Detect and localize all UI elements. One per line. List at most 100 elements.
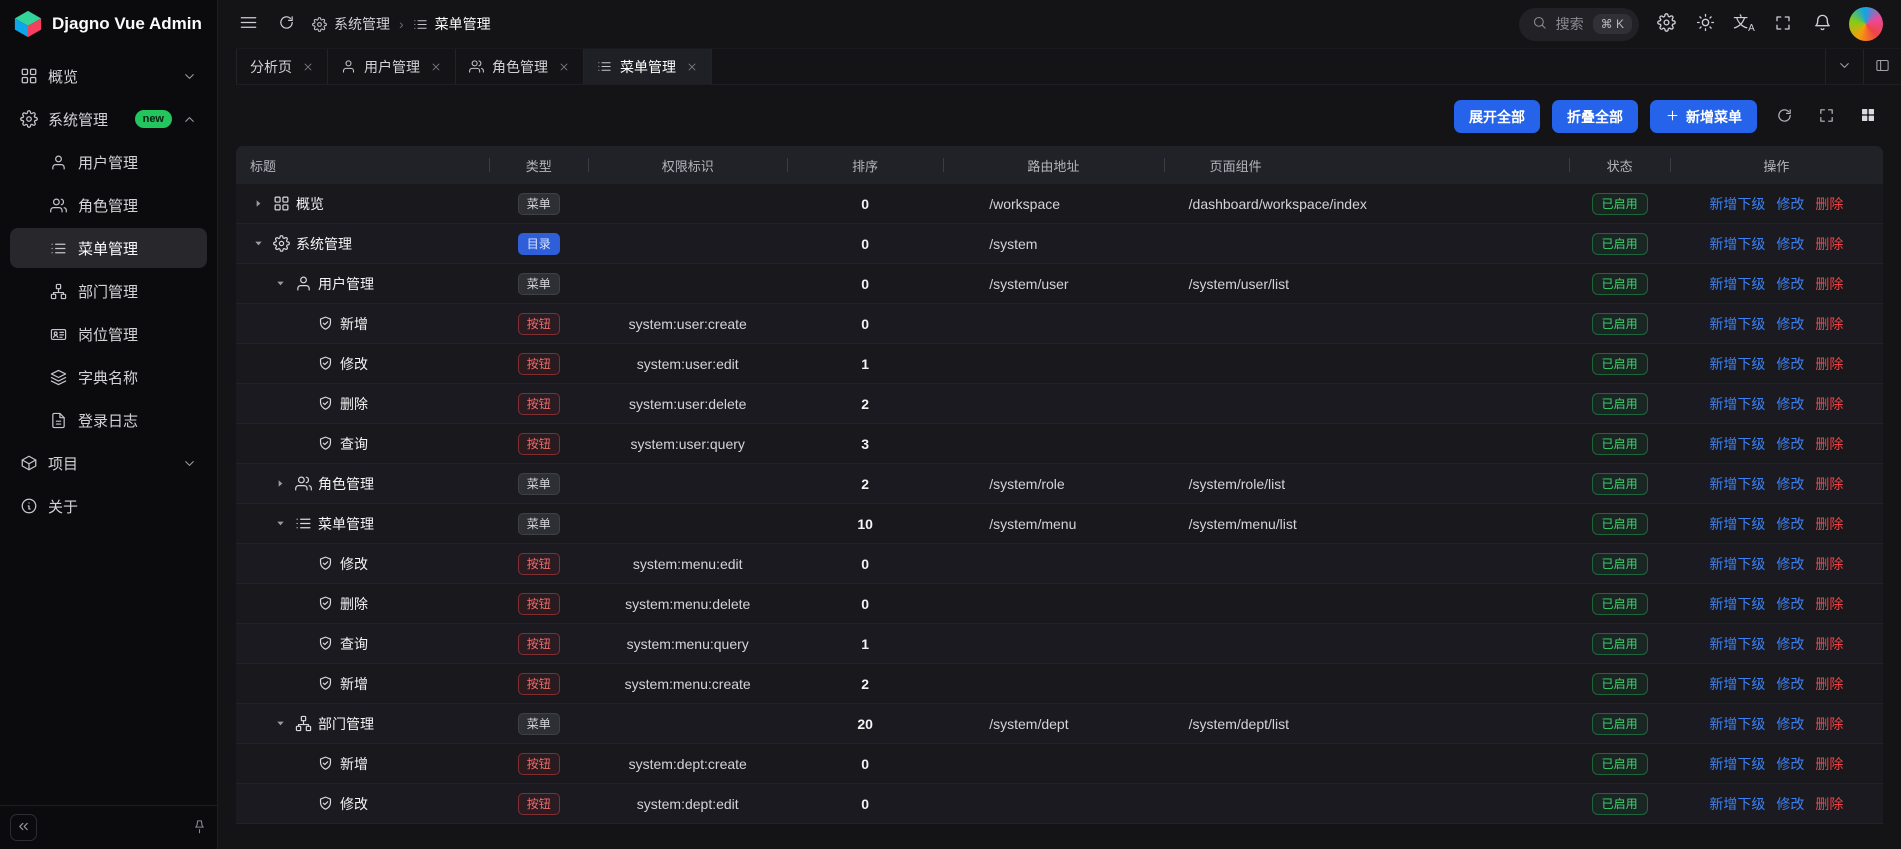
add-menu-button[interactable]: 新增菜单 bbox=[1650, 100, 1757, 133]
delete-action[interactable]: 删除 bbox=[1815, 714, 1843, 734]
tab-menu-button[interactable] bbox=[1825, 49, 1863, 84]
edit-action[interactable]: 修改 bbox=[1776, 554, 1804, 574]
notifications-button[interactable] bbox=[1810, 12, 1834, 36]
sidebar-item-2[interactable]: 项目 bbox=[10, 443, 207, 483]
collapse-row-icon[interactable] bbox=[271, 515, 289, 533]
add-child-action[interactable]: 新增下级 bbox=[1709, 234, 1765, 254]
delete-action[interactable]: 删除 bbox=[1815, 634, 1843, 654]
delete-action[interactable]: 删除 bbox=[1815, 314, 1843, 334]
table-row[interactable]: 角色管理菜单2/system/role/system/role/list已启用新… bbox=[236, 464, 1883, 504]
edit-action[interactable]: 修改 bbox=[1776, 714, 1804, 734]
edit-action[interactable]: 修改 bbox=[1776, 634, 1804, 654]
add-child-action[interactable]: 新增下级 bbox=[1709, 554, 1765, 574]
table-row[interactable]: 修改按钮system:menu:edit0已启用新增下级修改删除 bbox=[236, 544, 1883, 584]
delete-action[interactable]: 删除 bbox=[1815, 594, 1843, 614]
sidebar-item-3[interactable]: 关于 bbox=[10, 486, 207, 526]
add-child-action[interactable]: 新增下级 bbox=[1709, 354, 1765, 374]
delete-action[interactable]: 删除 bbox=[1815, 794, 1843, 814]
delete-action[interactable]: 删除 bbox=[1815, 274, 1843, 294]
add-child-action[interactable]: 新增下级 bbox=[1709, 474, 1765, 494]
delete-action[interactable]: 删除 bbox=[1815, 194, 1843, 214]
add-child-action[interactable]: 新增下级 bbox=[1709, 194, 1765, 214]
table-row[interactable]: 修改按钮system:user:edit1已启用新增下级修改删除 bbox=[236, 344, 1883, 384]
close-icon[interactable] bbox=[686, 61, 698, 73]
edit-action[interactable]: 修改 bbox=[1776, 434, 1804, 454]
delete-action[interactable]: 删除 bbox=[1815, 354, 1843, 374]
column-settings-button[interactable] bbox=[1853, 102, 1883, 132]
delete-action[interactable]: 删除 bbox=[1815, 754, 1843, 774]
user-avatar[interactable] bbox=[1849, 7, 1883, 41]
table-row[interactable]: 查询按钮system:menu:query1已启用新增下级修改删除 bbox=[236, 624, 1883, 664]
add-child-action[interactable]: 新增下级 bbox=[1709, 394, 1765, 414]
table-row[interactable]: 菜单管理菜单10/system/menu/system/menu/list已启用… bbox=[236, 504, 1883, 544]
close-icon[interactable] bbox=[430, 61, 442, 73]
breadcrumb-item-system[interactable]: 系统管理 bbox=[312, 14, 390, 34]
sidebar-item-0[interactable]: 概览 bbox=[10, 56, 207, 96]
menu-toggle-button[interactable] bbox=[236, 12, 260, 36]
collapse-all-button[interactable]: 折叠全部 bbox=[1552, 100, 1638, 133]
language-button[interactable]: 文A bbox=[1732, 12, 1756, 36]
table-row[interactable]: 查询按钮system:user:query3已启用新增下级修改删除 bbox=[236, 424, 1883, 464]
expand-row-icon[interactable] bbox=[249, 195, 267, 213]
collapse-row-icon[interactable] bbox=[271, 275, 289, 293]
table-row[interactable]: 删除按钮system:menu:delete0已启用新增下级修改删除 bbox=[236, 584, 1883, 624]
sidebar-subitem-1-1[interactable]: 角色管理 bbox=[10, 185, 207, 225]
table-fullscreen-button[interactable] bbox=[1811, 102, 1841, 132]
add-child-action[interactable]: 新增下级 bbox=[1709, 634, 1765, 654]
table-row[interactable]: 概览菜单0/workspace/dashboard/workspace/inde… bbox=[236, 184, 1883, 224]
delete-action[interactable]: 删除 bbox=[1815, 674, 1843, 694]
sidebar-subitem-1-4[interactable]: 岗位管理 bbox=[10, 314, 207, 354]
close-icon[interactable] bbox=[558, 61, 570, 73]
add-child-action[interactable]: 新增下级 bbox=[1709, 434, 1765, 454]
edit-action[interactable]: 修改 bbox=[1776, 274, 1804, 294]
sidebar-subitem-1-6[interactable]: 登录日志 bbox=[10, 400, 207, 440]
sidebar-subitem-1-2[interactable]: 菜单管理 bbox=[10, 228, 207, 268]
sidebar-item-1[interactable]: 系统管理new bbox=[10, 99, 207, 139]
edit-action[interactable]: 修改 bbox=[1776, 514, 1804, 534]
tab-3[interactable]: 菜单管理 bbox=[584, 49, 712, 84]
tab-layout-button[interactable] bbox=[1863, 49, 1901, 84]
delete-action[interactable]: 删除 bbox=[1815, 474, 1843, 494]
add-child-action[interactable]: 新增下级 bbox=[1709, 314, 1765, 334]
delete-action[interactable]: 删除 bbox=[1815, 554, 1843, 574]
settings-button[interactable] bbox=[1654, 12, 1678, 36]
add-child-action[interactable]: 新增下级 bbox=[1709, 714, 1765, 734]
sidebar-subitem-1-5[interactable]: 字典名称 bbox=[10, 357, 207, 397]
breadcrumb-item-menu[interactable]: 菜单管理 bbox=[413, 14, 491, 34]
tab-1[interactable]: 用户管理 bbox=[328, 49, 456, 84]
table-row[interactable]: 用户管理菜单0/system/user/system/user/list已启用新… bbox=[236, 264, 1883, 304]
add-child-action[interactable]: 新增下级 bbox=[1709, 274, 1765, 294]
table-row[interactable]: 部门管理菜单20/system/dept/system/dept/list已启用… bbox=[236, 704, 1883, 744]
logo[interactable]: Djagno Vue Admin bbox=[0, 0, 217, 48]
table-row[interactable]: 新增按钮system:dept:create0已启用新增下级修改删除 bbox=[236, 744, 1883, 784]
delete-action[interactable]: 删除 bbox=[1815, 434, 1843, 454]
edit-action[interactable]: 修改 bbox=[1776, 474, 1804, 494]
table-row[interactable]: 删除按钮system:user:delete2已启用新增下级修改删除 bbox=[236, 384, 1883, 424]
edit-action[interactable]: 修改 bbox=[1776, 674, 1804, 694]
table-row[interactable]: 新增按钮system:user:create0已启用新增下级修改删除 bbox=[236, 304, 1883, 344]
delete-action[interactable]: 删除 bbox=[1815, 234, 1843, 254]
edit-action[interactable]: 修改 bbox=[1776, 354, 1804, 374]
edit-action[interactable]: 修改 bbox=[1776, 394, 1804, 414]
collapse-row-icon[interactable] bbox=[249, 235, 267, 253]
edit-action[interactable]: 修改 bbox=[1776, 594, 1804, 614]
sidebar-subitem-1-3[interactable]: 部门管理 bbox=[10, 271, 207, 311]
edit-action[interactable]: 修改 bbox=[1776, 234, 1804, 254]
search-input[interactable]: 搜索 ⌘ K bbox=[1519, 8, 1639, 41]
tab-0[interactable]: 分析页 bbox=[236, 49, 328, 84]
add-child-action[interactable]: 新增下级 bbox=[1709, 594, 1765, 614]
table-row[interactable]: 修改按钮system:dept:edit0已启用新增下级修改删除 bbox=[236, 784, 1883, 824]
add-child-action[interactable]: 新增下级 bbox=[1709, 514, 1765, 534]
expand-all-button[interactable]: 展开全部 bbox=[1454, 100, 1540, 133]
tab-2[interactable]: 角色管理 bbox=[456, 49, 584, 84]
table-row[interactable]: 新增按钮system:menu:create2已启用新增下级修改删除 bbox=[236, 664, 1883, 704]
refresh-table-button[interactable] bbox=[1769, 102, 1799, 132]
sidebar-collapse-button[interactable] bbox=[10, 814, 37, 841]
close-icon[interactable] bbox=[302, 61, 314, 73]
expand-row-icon[interactable] bbox=[271, 475, 289, 493]
sidebar-subitem-1-0[interactable]: 用户管理 bbox=[10, 142, 207, 182]
table-row[interactable]: 系统管理目录0/system已启用新增下级修改删除 bbox=[236, 224, 1883, 264]
fullscreen-button[interactable] bbox=[1771, 12, 1795, 36]
theme-toggle-button[interactable] bbox=[1693, 12, 1717, 36]
edit-action[interactable]: 修改 bbox=[1776, 194, 1804, 214]
